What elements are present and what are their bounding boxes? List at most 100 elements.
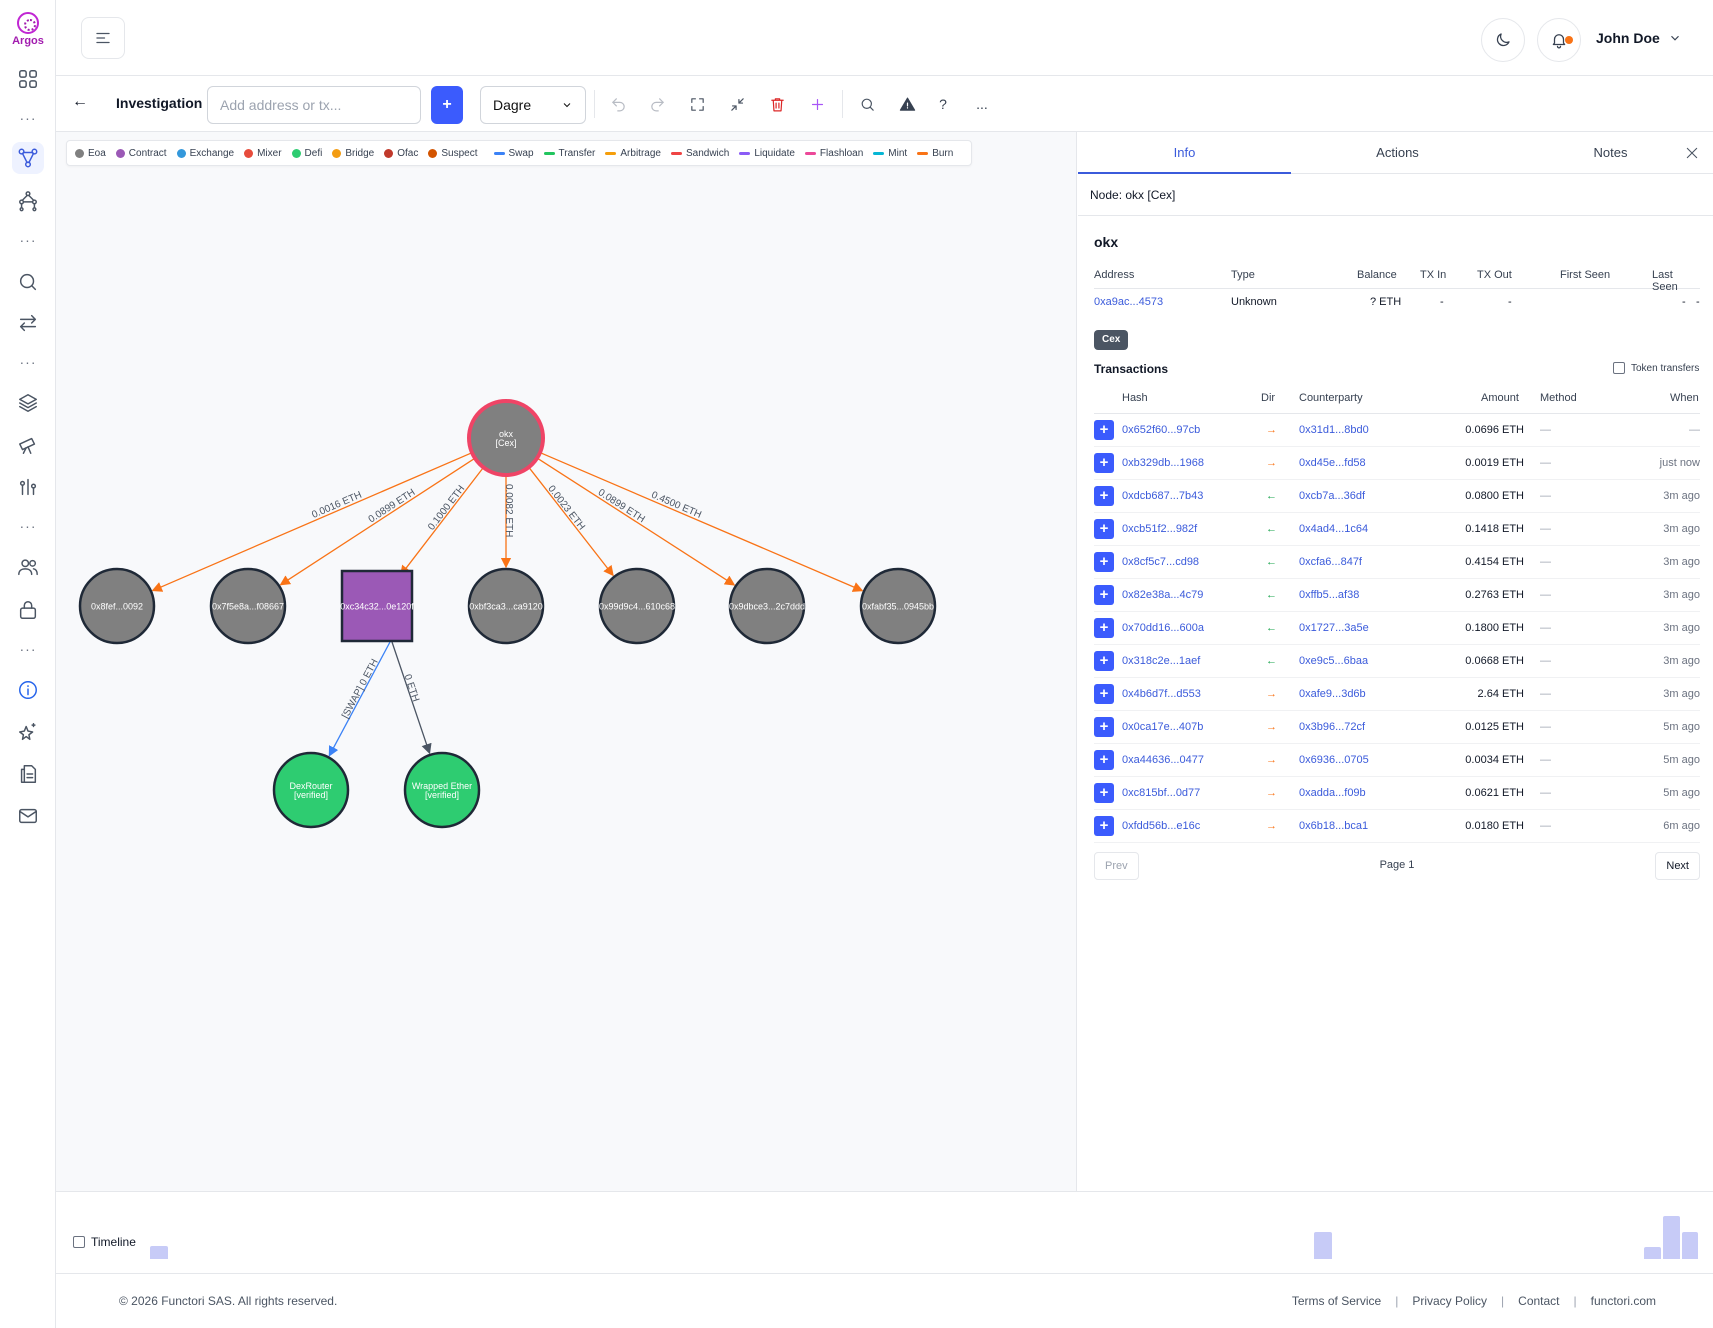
more-button[interactable]: ... [969,91,995,117]
timeline-histogram-bar[interactable] [150,1246,168,1259]
tx-counterparty-link[interactable]: 0xd45e...fd58 [1299,457,1366,469]
transaction-row[interactable]: +0x4b6d7f...d553 → 0xafe9...3d6b 2.64 ETH — 3… [1094,678,1700,711]
tx-counterparty-link[interactable]: 0x3b96...72cf [1299,721,1365,733]
fit-view-button[interactable] [684,91,710,117]
tx-counterparty-link[interactable]: 0xcb7a...36df [1299,490,1365,502]
transaction-row[interactable]: +0x652f60...97cb → 0x31d1...8bd0 0.0696 ETH… [1094,414,1700,447]
timeline-histogram-bar[interactable] [1663,1216,1680,1259]
tx-hash-link[interactable]: 0x82e38a...4c79 [1122,589,1203,601]
add-node-button[interactable] [804,91,830,117]
undo-button[interactable] [605,91,631,117]
expand-tx-button[interactable]: + [1094,816,1114,836]
tx-hash-link[interactable]: 0xfdd56b...e16c [1122,820,1200,832]
transaction-row[interactable]: +0x0ca17e...407b → 0x3b96...72cf 0.0125 ETH… [1094,711,1700,744]
graph-svg[interactable]: 0.0016 ETH 0.0899 ETH 0.1000 ETH 0.0082 ETH… [56,132,1077,1191]
tx-counterparty-link[interactable]: 0x6936...0705 [1299,754,1369,766]
timeline-histogram-bar[interactable] [1682,1232,1698,1259]
alerts-button[interactable] [894,91,920,117]
back-button[interactable]: ← [72,93,88,111]
sidebar-telescope-button[interactable] [12,429,44,461]
sidebar-hierarchy-button[interactable] [12,185,44,217]
address-input[interactable] [207,86,421,124]
argos-logo[interactable]: Argos [8,12,48,47]
timeline-histogram-bar[interactable] [1644,1247,1661,1259]
collapse-button[interactable] [724,91,750,117]
sidebar-transfers-button[interactable] [12,307,44,339]
transaction-row[interactable]: +0xc815bf...0d77 → 0xadda...f09b 0.0621 ETH… [1094,777,1700,810]
expand-tx-button[interactable]: + [1094,684,1114,704]
transaction-row[interactable]: +0x70dd16...600a ← 0x1727...3a5e 0.1800 ETH… [1094,612,1700,645]
graph-canvas[interactable]: 0.0016 ETH 0.0899 ETH 0.1000 ETH 0.0082 ETH… [56,132,1077,1191]
transaction-row[interactable]: +0x8cf5c7...cd98 ← 0xcfa6...847f 0.4154 ETH… [1094,546,1700,579]
timeline-histogram-bar[interactable] [1314,1232,1332,1259]
tx-counterparty-link[interactable]: 0xe9c5...6baa [1299,655,1368,667]
tx-hash-link[interactable]: 0x70dd16...600a [1122,622,1204,634]
tx-hash-link[interactable]: 0xdcb687...7b43 [1122,490,1203,502]
expand-tx-button[interactable]: + [1094,420,1114,440]
expand-tx-button[interactable]: + [1094,750,1114,770]
sidebar-search-button[interactable] [12,266,44,298]
notifications-button[interactable] [1537,18,1581,62]
tx-hash-link[interactable]: 0x4b6d7f...d553 [1122,688,1201,700]
tx-counterparty-link[interactable]: 0x4ad4...1c64 [1299,523,1368,535]
transaction-row[interactable]: +0x82e38a...4c79 ← 0xffb5...af38 0.2763 ETH… [1094,579,1700,612]
transaction-row[interactable]: +0xa44636...0477 → 0x6936...0705 0.0034 ETH… [1094,744,1700,777]
sidebar-mail-button[interactable] [12,800,44,832]
sidebar-layers-button[interactable] [12,387,44,419]
user-menu[interactable]: John Doe [1596,30,1682,46]
token-transfers-toggle[interactable]: Token transfers [1613,362,1699,374]
graph-edge[interactable] [539,451,864,592]
expand-tx-button[interactable]: + [1094,585,1114,605]
tx-hash-link[interactable]: 0xa44636...0477 [1122,754,1204,766]
tx-hash-link[interactable]: 0x0ca17e...407b [1122,721,1203,733]
tx-counterparty-link[interactable]: 0x6b18...bca1 [1299,820,1368,832]
summary-address-link[interactable]: 0xa9ac...4573 [1094,296,1163,308]
timeline-checkbox[interactable] [73,1236,85,1248]
tx-hash-link[interactable]: 0x652f60...97cb [1122,424,1200,436]
sidebar-security-button[interactable] [12,594,44,626]
sidebar-users-button[interactable] [12,551,44,583]
transaction-row[interactable]: +0xfdd56b...e16c → 0x6b18...bca1 0.0180 ETH… [1094,810,1700,843]
expand-tx-button[interactable]: + [1094,453,1114,473]
timeline-toggle[interactable]: Timeline [73,1235,136,1249]
graph-edge[interactable] [151,452,473,592]
add-address-button[interactable]: + [431,86,463,124]
next-page-button[interactable]: Next [1655,852,1700,880]
tab-info[interactable]: Info [1078,132,1291,174]
delete-button[interactable] [764,91,790,117]
theme-toggle-button[interactable] [1481,18,1525,62]
menu-toggle-button[interactable] [81,17,125,59]
sidebar-analytics-button[interactable] [12,471,44,503]
tx-hash-link[interactable]: 0xc815bf...0d77 [1122,787,1200,799]
graph-search-button[interactable] [854,91,880,117]
token-transfers-checkbox[interactable] [1613,362,1625,374]
expand-tx-button[interactable]: + [1094,618,1114,638]
tx-hash-link[interactable]: 0xb329db...1968 [1122,457,1204,469]
sidebar-reports-button[interactable] [12,758,44,790]
expand-tx-button[interactable]: + [1094,717,1114,737]
website-link[interactable]: functori.com [1591,1294,1656,1308]
expand-tx-button[interactable]: + [1094,651,1114,671]
sidebar-favorites-button[interactable] [12,716,44,748]
transaction-row[interactable]: +0xdcb687...7b43 ← 0xcb7a...36df 0.0800 ETH… [1094,480,1700,513]
privacy-link[interactable]: Privacy Policy [1412,1294,1487,1308]
expand-tx-button[interactable]: + [1094,552,1114,572]
help-button[interactable]: ? [930,91,956,117]
layout-select[interactable]: Dagre [480,86,586,124]
tab-notes[interactable]: Notes [1504,132,1713,174]
tx-counterparty-link[interactable]: 0xafe9...3d6b [1299,688,1366,700]
expand-tx-button[interactable]: + [1094,486,1114,506]
sidebar-investigation-button[interactable] [12,142,44,174]
expand-tx-button[interactable]: + [1094,783,1114,803]
sidebar-info-button[interactable] [12,674,44,706]
tx-counterparty-link[interactable]: 0xffb5...af38 [1299,589,1359,601]
tab-actions[interactable]: Actions [1291,132,1504,174]
tx-hash-link[interactable]: 0xcb51f2...982f [1122,523,1197,535]
tx-counterparty-link[interactable]: 0x1727...3a5e [1299,622,1369,634]
transaction-row[interactable]: +0xcb51f2...982f ← 0x4ad4...1c64 0.1418 ETH… [1094,513,1700,546]
tx-counterparty-link[interactable]: 0xadda...f09b [1299,787,1366,799]
sidebar-dashboard-button[interactable] [12,63,44,95]
tx-hash-link[interactable]: 0x8cf5c7...cd98 [1122,556,1199,568]
close-panel-button[interactable] [1684,145,1700,161]
expand-tx-button[interactable]: + [1094,519,1114,539]
